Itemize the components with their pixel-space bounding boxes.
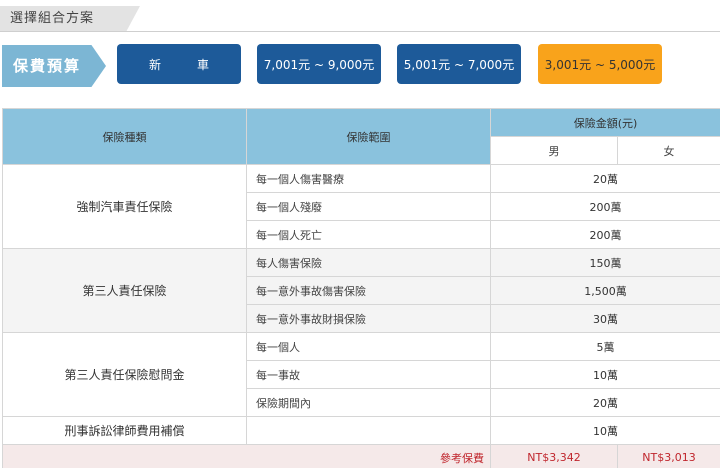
section-divider [0, 31, 720, 32]
budget-option-5001-7000[interactable]: 5,001元 ~ 7,000元 [397, 44, 521, 84]
header-male: 男 [490, 136, 618, 165]
amount-cell: 5萬 [490, 332, 720, 361]
amount-cell: 10萬 [490, 416, 720, 445]
header-female: 女 [617, 136, 720, 165]
coverage-table: 保險種類 保險範圍 保險金額(元) 男 女 強制汽車責任保險 每一個人傷害醫療 … [2, 108, 720, 468]
coverage-cell: 每一個人 [246, 332, 491, 361]
section-title-corner [126, 6, 140, 32]
premium-label: 參考保費 [2, 444, 491, 468]
coverage-cell: 每一個人殘廢 [246, 192, 491, 221]
coverage-cell: 每一個人傷害醫療 [246, 164, 491, 193]
coverage-cell: 每一意外事故傷害保險 [246, 276, 491, 305]
coverage-cell [246, 416, 491, 445]
budget-option-3001-5000[interactable]: 3,001元 ~ 5,000元 [538, 44, 662, 84]
table-row: 強制汽車責任保險 每一個人傷害醫療 20萬 [2, 164, 720, 249]
category-cell: 第三人責任保險 [2, 248, 247, 333]
coverage-cell: 保險期間內 [246, 388, 491, 417]
section-title: 選擇組合方案 [0, 6, 126, 32]
table-row: 刑事訴訟律師費用補償 10萬 [2, 416, 720, 445]
budget-label: 保費預算 [2, 45, 106, 87]
table-row: 第三人責任保險 每人傷害保險 150萬 [2, 248, 720, 333]
amount-cell: 200萬 [490, 220, 720, 249]
coverage-cell: 每一意外事故財損保險 [246, 304, 491, 333]
table-row: 第三人責任保險慰問金 每一個人 5萬 [2, 332, 720, 417]
premium-row: 參考保費 NT$3,342 NT$3,013 [2, 444, 720, 468]
amount-cell: 20萬 [490, 388, 720, 417]
category-cell: 刑事訴訟律師費用補償 [2, 416, 247, 445]
coverage-cell: 每一事故 [246, 360, 491, 389]
budget-option-new-car[interactable]: 新 車 [117, 44, 241, 84]
category-cell: 強制汽車責任保險 [2, 164, 247, 249]
coverage-cell: 每人傷害保險 [246, 248, 491, 277]
premium-male: NT$3,342 [490, 444, 618, 468]
header-type: 保險種類 [2, 108, 247, 165]
amount-cell: 1,500萬 [490, 276, 720, 305]
premium-female: NT$3,013 [617, 444, 720, 468]
coverage-cell: 每一個人死亡 [246, 220, 491, 249]
header-scope: 保險範圍 [246, 108, 491, 165]
amount-cell: 200萬 [490, 192, 720, 221]
budget-option-7001-9000[interactable]: 7,001元 ~ 9,000元 [257, 44, 381, 84]
amount-cell: 10萬 [490, 360, 720, 389]
amount-cell: 150萬 [490, 248, 720, 277]
amount-cell: 30萬 [490, 304, 720, 333]
header-amount: 保險金額(元) [490, 108, 720, 137]
category-cell: 第三人責任保險慰問金 [2, 332, 247, 417]
amount-cell: 20萬 [490, 164, 720, 193]
